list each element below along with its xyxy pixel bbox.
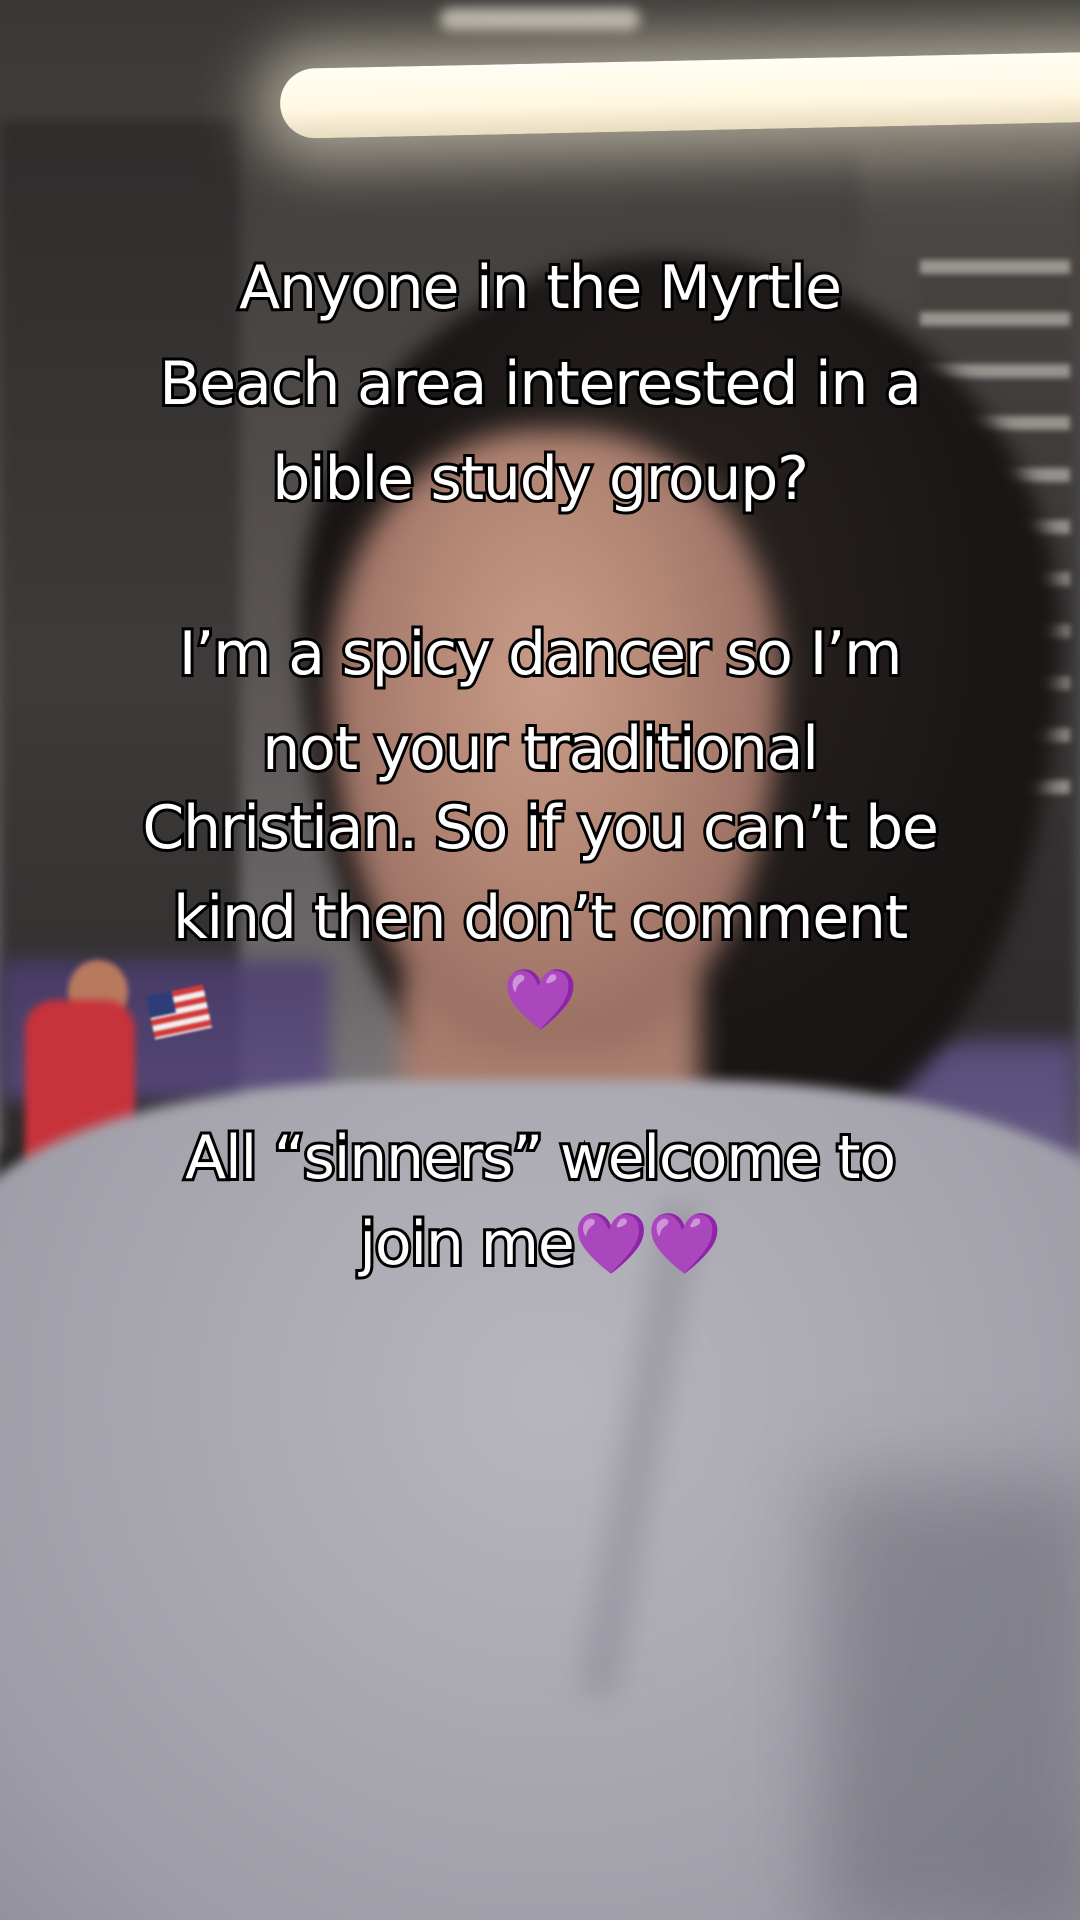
caption-line: Christian. So if you can’t be (139, 790, 942, 866)
caption-line: kind then don’t comment (170, 880, 911, 956)
caption-last-line: join me💜💜 (0, 1206, 1080, 1283)
ceiling-light (279, 51, 1080, 139)
caption-line: not your traditional (259, 711, 822, 787)
caption-line: Anyone in the Myrtle (236, 250, 845, 326)
video-frame: Anyone in the Myrtle Beach area interest… (0, 0, 1080, 1920)
purple-heart-icon: 💜 (503, 965, 578, 1035)
ceiling-light-small (440, 8, 640, 30)
caption-line: All “sinners” welcome to (182, 1120, 899, 1196)
purple-hearts-icon: 💜💜 (573, 1209, 722, 1279)
caption-line: bible study group? (269, 441, 812, 517)
caption-last-line-text: join me (356, 1206, 577, 1282)
shirt-shadow (820, 1480, 1080, 1920)
caption-line: I’m a spicy dancer so I’m (176, 616, 906, 692)
caption-line: Beach area interested in a (156, 346, 925, 422)
